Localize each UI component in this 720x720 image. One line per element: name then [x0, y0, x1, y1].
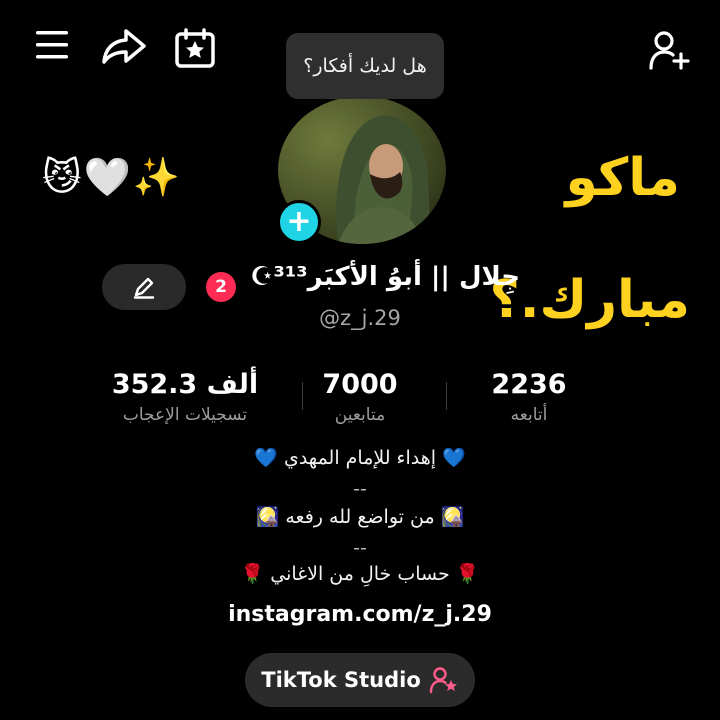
- bio-line: 💙 إهداء للإمام المهدي 💙: [254, 447, 466, 469]
- stat-followers-label: متابعين: [334, 405, 386, 425]
- bio-line: --: [353, 537, 367, 559]
- bio-line: 🌹 حساب خالِ من الاغاني 🌹: [240, 563, 480, 585]
- edit-profile-button[interactable]: [102, 264, 186, 310]
- bio-line: 🎑 من تواضع لله رفعه 🎑: [255, 506, 465, 528]
- tiktok-studio-button[interactable]: TikTok Studio: [245, 653, 475, 707]
- menu-button[interactable]: [34, 28, 72, 62]
- plus-icon: +: [286, 204, 312, 239]
- profile-username[interactable]: @z_j.29: [280, 306, 440, 342]
- stat-followers[interactable]: 7000 متابعين: [275, 368, 445, 432]
- decoration-emoji-row: 😼🤍✨: [42, 155, 183, 199]
- calendar-button[interactable]: [174, 28, 216, 68]
- stat-following-label: أتابعه: [510, 405, 548, 425]
- stat-likes[interactable]: 352.3 ألف تسجيلات الإعجاب: [100, 368, 270, 432]
- decoration-text-maku: ماكو: [565, 148, 680, 208]
- pencil-icon: [133, 277, 155, 299]
- person-star-icon: [429, 667, 457, 694]
- stat-following[interactable]: 2236 أتابعه: [444, 368, 614, 432]
- add-story-button[interactable]: +: [277, 200, 321, 244]
- add-user-icon: [649, 31, 690, 70]
- decoration-text-mubarak: مبارك.؟: [489, 270, 690, 330]
- stat-likes-value: 352.3 ألف: [111, 369, 259, 400]
- thoughts-prompt-bubble[interactable]: هل لديك أفكار؟: [286, 33, 444, 99]
- stat-following-value: 2236: [491, 369, 567, 400]
- menu-icon: [36, 31, 68, 59]
- bio-line: --: [353, 478, 367, 500]
- profile-display-name: جِلال || أبوُ الأكبَر³¹³☪: [250, 262, 520, 292]
- add-user-button[interactable]: [648, 30, 692, 72]
- share-icon: [102, 29, 146, 64]
- notification-badge[interactable]: 2: [206, 272, 236, 302]
- share-button[interactable]: [100, 26, 148, 66]
- bio-link[interactable]: instagram.com/z_j.29: [140, 602, 580, 627]
- tiktok-studio-label: TikTok Studio: [261, 668, 421, 692]
- stat-likes-label: تسجيلات الإعجاب: [122, 405, 248, 425]
- calendar-star-icon: [175, 28, 215, 68]
- stat-followers-value: 7000: [322, 369, 398, 400]
- thoughts-prompt-text: هل لديك أفكار؟: [303, 55, 427, 77]
